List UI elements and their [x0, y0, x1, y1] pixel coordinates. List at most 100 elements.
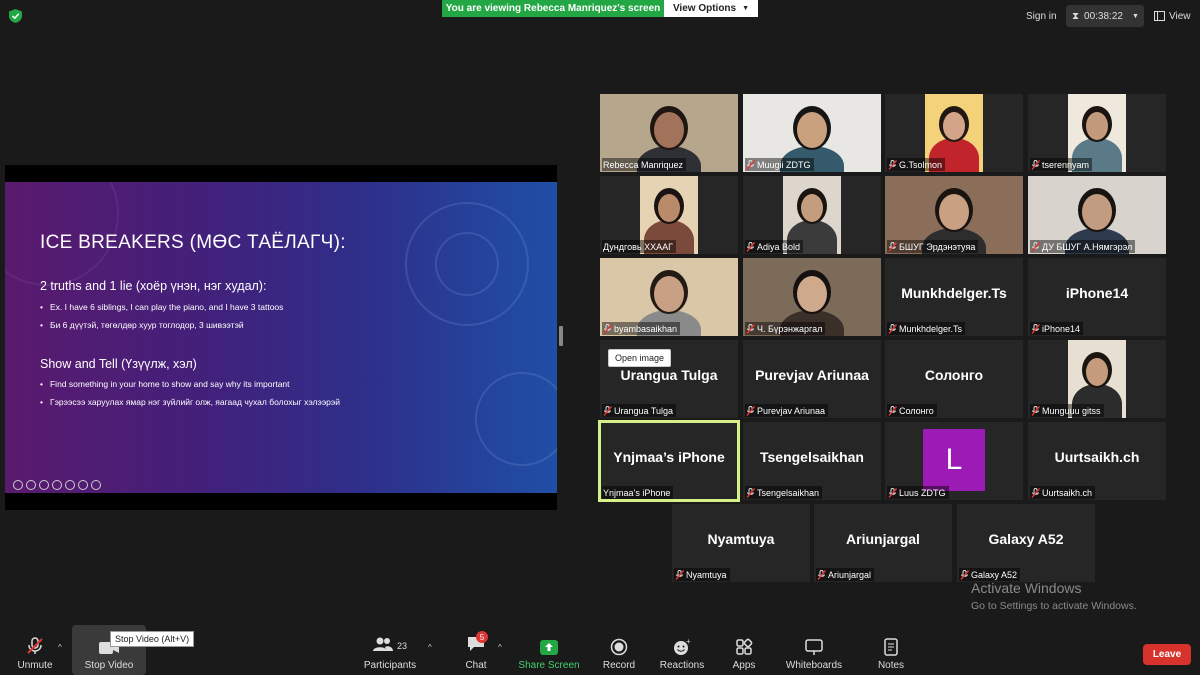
svg-text:+: + [686, 638, 691, 646]
slide-heading-show-tell: Show and Tell (Үзүүлж, хэл) [40, 357, 197, 371]
zoom-icon[interactable] [39, 480, 49, 490]
slide-navigation-toolbar[interactable] [13, 480, 101, 490]
reactions-label: Reactions [659, 660, 705, 671]
muted-microphone-icon [888, 323, 897, 334]
participant-name: tserennyam [1042, 159, 1090, 170]
participant-tile[interactable]: byambasaikhan [600, 258, 738, 336]
muted-microphone-icon [960, 569, 969, 580]
split-view-resize-handle[interactable] [559, 326, 563, 346]
participant-name: Ч. Бүрэнжаргал [757, 323, 823, 334]
participant-name: iPhone14 [1042, 323, 1081, 334]
participant-tile[interactable]: Muugii ZDTG [743, 94, 881, 172]
participant-tile[interactable]: iPhone14 iPhone14 [1028, 258, 1166, 336]
audio-options-caret[interactable]: ^ [58, 643, 62, 652]
share-screen-button[interactable]: Share Screen [518, 625, 580, 675]
slides-icon[interactable] [52, 480, 62, 490]
chevron-down-icon: ▼ [1131, 12, 1139, 20]
participant-name-label: tserennyam [1030, 158, 1093, 171]
security-shield-icon[interactable] [9, 9, 22, 23]
slide-heading-truths: 2 truths and 1 lie (хоёр үнэн, нэг худал… [40, 279, 267, 293]
reactions-button[interactable]: + Reactions [658, 625, 706, 675]
participants-button[interactable]: 23 Participants [362, 625, 418, 675]
participant-tile[interactable]: Adiya Bold [743, 176, 881, 254]
presentation-slide: ICE BREAKERS (МӨС ТАЁЛАГЧ): 2 truths and… [5, 182, 557, 493]
participant-display-name: Tsengelsaikhan [759, 449, 864, 465]
view-layout-button[interactable]: View [1150, 6, 1195, 26]
slide-bullet: Би 6 дүүтэй, төгөлдөр хуур тоглодор, 3 ш… [40, 320, 244, 330]
participant-name-label: БШУГ Эрдэнэтуяа [887, 240, 979, 253]
decorative-ring [435, 232, 499, 296]
unmute-button[interactable]: Unmute [12, 625, 58, 675]
participant-tile[interactable]: ДУ БШУГ А.Нямгэрэл [1028, 176, 1166, 254]
participant-name: Urangua Tulga [614, 405, 674, 416]
stop-video-label: Stop Video [84, 660, 134, 671]
participant-tile[interactable]: Ariunjargal Ariunjargal [814, 504, 952, 582]
participant-tile[interactable]: Munkhdelger.Ts Munkhdelger.Ts [885, 258, 1023, 336]
participant-name: Ynjmaa’s iPhone [603, 487, 671, 498]
apps-button[interactable]: Apps [728, 625, 760, 675]
participant-tile[interactable]: Galaxy A52 Galaxy A52 [957, 504, 1095, 582]
muted-microphone-icon [603, 405, 612, 416]
participant-tile[interactable]: Дундговь ХХААГ [600, 176, 738, 254]
muted-microphone-icon [888, 487, 897, 498]
participant-name-label: Munguuu gitss [1030, 404, 1104, 417]
muted-microphone-icon [888, 241, 897, 252]
participant-tile[interactable]: БШУГ Эрдэнэтуяа [885, 176, 1023, 254]
slide-title: ICE BREAKERS (МӨС ТАЁЛАГЧ): [40, 232, 346, 253]
next-slide-icon[interactable] [91, 480, 101, 490]
leave-meeting-button[interactable]: Leave [1143, 644, 1191, 665]
participant-tile[interactable]: Rebecca Manriquez [600, 94, 738, 172]
whiteboard-icon [805, 639, 823, 655]
participant-name-label: Adiya Bold [745, 240, 804, 253]
notes-button[interactable]: Notes [874, 625, 908, 675]
unmute-label: Unmute [17, 660, 53, 671]
notes-icon [884, 638, 898, 656]
participant-name: Adiya Bold [757, 241, 801, 252]
activate-windows-subtitle: Go to Settings to activate Windows. [971, 600, 1137, 612]
participant-display-name: iPhone14 [1065, 285, 1129, 301]
participant-name: Ariunjargal [828, 569, 872, 580]
viewing-screen-text: You are viewing Rebecca Manriquez's scre… [445, 3, 661, 14]
participant-display-name: Солонго [924, 367, 984, 383]
chat-options-caret[interactable]: ^ [498, 643, 502, 652]
view-options-label: View Options [672, 3, 737, 14]
microphone-muted-icon [27, 637, 43, 654]
camera-icon[interactable] [65, 480, 75, 490]
chat-button[interactable]: 5 Chat [462, 625, 490, 675]
participant-name: ДУ БШУГ А.Нямгэрэл [1042, 241, 1133, 252]
participant-tile[interactable]: Tsengelsaikhan Tsengelsaikhan [743, 422, 881, 500]
participant-name: Munguuu gitss [1042, 405, 1101, 416]
participant-tile[interactable]: Nyamtuya Nyamtuya [672, 504, 810, 582]
previous-slide-icon[interactable] [13, 480, 23, 490]
participant-tile[interactable]: Munguuu gitss [1028, 340, 1166, 418]
participant-tile[interactable]: Солонго Солонго [885, 340, 1023, 418]
more-icon[interactable] [78, 480, 88, 490]
participant-display-name: Munkhdelger.Ts [901, 285, 1007, 301]
share-screen-label: Share Screen [518, 660, 580, 671]
whiteboards-button[interactable]: Whiteboards [784, 625, 844, 675]
participant-tile[interactable]: Uurtsaikh.ch Uurtsaikh.ch [1028, 422, 1166, 500]
participant-name-label: Ч. Бүрэнжаргал [745, 322, 826, 335]
muted-microphone-icon [1031, 405, 1040, 416]
participant-display-name: Urangua Tulga [620, 367, 718, 383]
apps-label: Apps [732, 660, 756, 671]
pen-icon[interactable] [26, 480, 36, 490]
view-options-button[interactable]: View Options ▼ [664, 0, 758, 17]
participant-name: Purevjav Ariunaa [757, 405, 826, 416]
record-button[interactable]: Record [600, 625, 638, 675]
participant-name-label: Munkhdelger.Ts [887, 322, 966, 335]
participant-display-name: Purevjav Ariunaa [755, 367, 869, 383]
participant-tile[interactable]: Purevjav Ariunaa Purevjav Ariunaa [743, 340, 881, 418]
muted-microphone-icon [888, 405, 897, 416]
participants-options-caret[interactable]: ^ [428, 643, 432, 652]
participant-name-label: iPhone14 [1030, 322, 1084, 335]
participant-tile[interactable]: Ч. Бүрэнжаргал [743, 258, 881, 336]
meeting-timer[interactable]: ⧗ 00:38:22 ▼ [1066, 5, 1144, 27]
sign-in-button[interactable]: Sign in [1020, 7, 1063, 25]
participant-tile[interactable]: tserennyam [1028, 94, 1166, 172]
participant-tile[interactable]: L Luus ZDTG [885, 422, 1023, 500]
participant-tile[interactable]: Ynjmaa’s iPhone Ynjmaa’s iPhone [598, 420, 740, 502]
participant-name-label: Nyamtuya [674, 568, 730, 581]
participant-tile[interactable]: G.Tsolmon [885, 94, 1023, 172]
notes-label: Notes [877, 660, 905, 671]
